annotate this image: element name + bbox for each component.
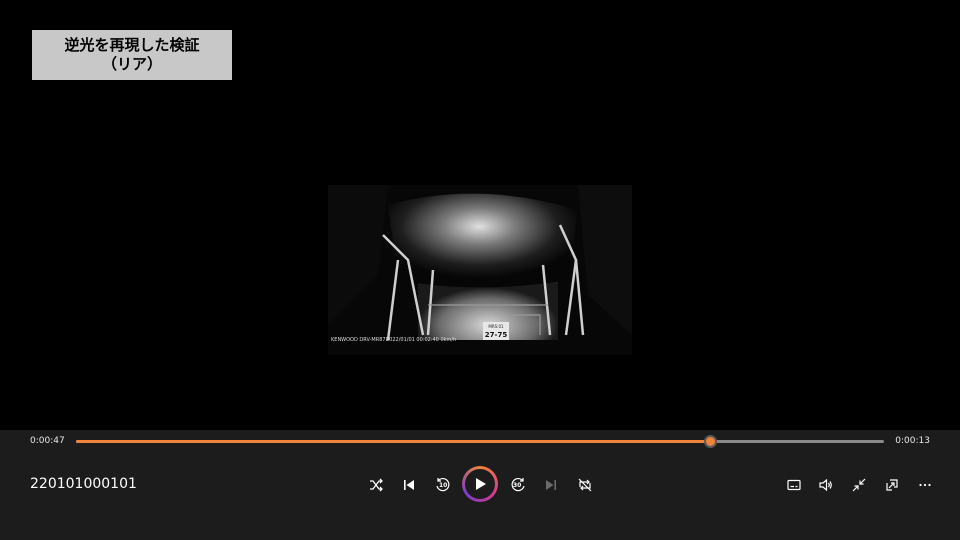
skip-back-seconds: 10 — [439, 482, 448, 489]
video-scene: MRS:01 27-75 — [328, 185, 632, 355]
seek-bar-thumb[interactable] — [704, 435, 718, 448]
caption-line-1: 逆光を再現した検証 — [64, 36, 200, 54]
minimize-icon — [852, 478, 866, 492]
elapsed-time: 0:00:47 — [30, 436, 65, 446]
cast-icon — [886, 479, 898, 491]
next-button[interactable] — [539, 473, 563, 497]
shuffle-icon — [370, 478, 383, 492]
skip-back-button[interactable]: 10 — [430, 473, 454, 497]
mini-view-button[interactable] — [847, 473, 871, 497]
caption-label: 逆光を再現した検証 （リア） — [32, 30, 232, 80]
plate-top-text: MRS:01 — [488, 324, 504, 329]
skip-forward-seconds: 30 — [513, 482, 522, 489]
file-name: 220101000101 — [30, 476, 137, 492]
caption-line-2: （リア） — [101, 55, 162, 73]
subtitles-icon — [787, 479, 801, 491]
skip-forward-button[interactable]: 30 — [507, 473, 531, 497]
volume-button[interactable] — [814, 473, 838, 497]
repeat-off-icon — [578, 478, 592, 492]
next-icon — [546, 480, 556, 490]
remaining-time: 0:00:13 — [895, 436, 930, 446]
volume-icon — [819, 478, 832, 492]
watermark-model: KENWOOD DRV-MR870 — [331, 337, 389, 343]
play-button[interactable] — [462, 466, 498, 502]
shuffle-button[interactable] — [364, 473, 388, 497]
plate-number-text: 27-75 — [485, 331, 508, 339]
more-icon — [919, 483, 931, 487]
video-frame[interactable]: MRS:01 27-75 KENWOOD DRV-MR870 2022/01/0… — [328, 185, 632, 355]
more-button[interactable] — [913, 473, 937, 497]
cast-button[interactable] — [880, 473, 904, 497]
repeat-button[interactable] — [573, 473, 597, 497]
subtitles-button[interactable] — [782, 473, 806, 497]
seek-bar[interactable] — [76, 435, 884, 448]
play-icon — [476, 478, 486, 490]
media-control-bar: 0:00:47 0:00:13 220101000101 10 30 — [0, 430, 960, 540]
previous-button[interactable] — [397, 473, 421, 497]
previous-icon — [404, 480, 414, 490]
watermark-datetime: 2022/01/01 00:02:40 0km/h — [386, 337, 457, 343]
seek-bar-progress — [76, 440, 711, 443]
